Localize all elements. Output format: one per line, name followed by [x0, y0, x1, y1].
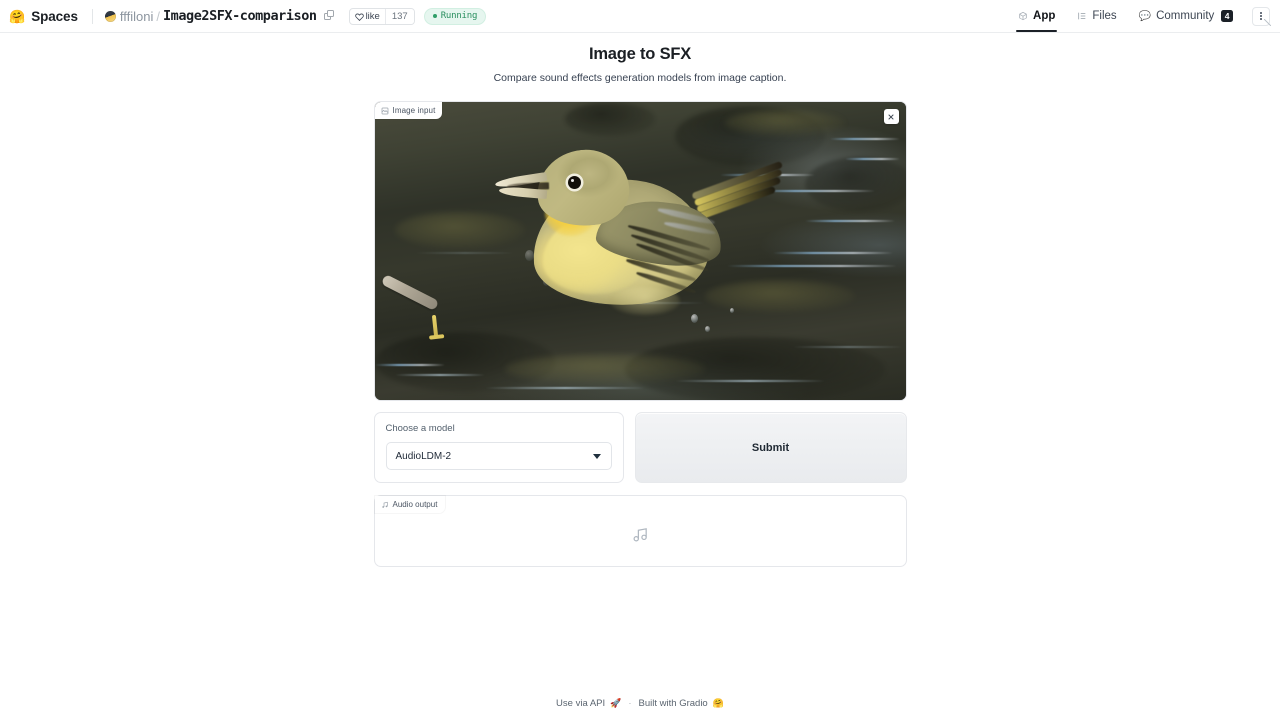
repository-name[interactable]: Image2SFX-comparison: [163, 8, 317, 24]
status-badge: Running: [423, 7, 487, 25]
like-button[interactable]: like: [350, 9, 385, 24]
chevron-down-icon: [592, 454, 601, 459]
music-note-icon: [381, 501, 389, 509]
files-icon: [1077, 11, 1087, 21]
app-container: Image input Choose a model AudioLDM-2 Su…: [373, 101, 907, 567]
owner-name[interactable]: fffiloni: [120, 9, 154, 24]
topbar-right-nav: App Files 💬 Community 4: [1007, 0, 1271, 32]
bird-underside: [609, 287, 680, 315]
owner-avatar[interactable]: [104, 10, 116, 22]
tab-files[interactable]: Files: [1066, 0, 1127, 32]
footer: Use via API 🚀 · Built with Gradio 🤗: [0, 698, 1280, 709]
cube-icon: [1018, 11, 1028, 21]
warbler-bird: [485, 132, 783, 337]
submit-button-label: Submit: [751, 441, 790, 454]
community-icon: 💬: [1138, 10, 1152, 22]
status-dot-icon: [432, 14, 437, 18]
topbar-left-group: 🤗 Spaces fffiloni / Image2SFX-comparison…: [9, 7, 1007, 25]
tab-app[interactable]: App: [1007, 0, 1066, 32]
copy-icon[interactable]: [323, 10, 336, 22]
audio-output-tag: Audio output: [374, 496, 446, 513]
top-navigation-bar: 🤗 Spaces fffiloni / Image2SFX-comparison…: [0, 0, 1280, 33]
hugging-face-icon: 🤗: [712, 698, 724, 708]
heart-icon: [354, 12, 364, 21]
tab-app-label: App: [1033, 10, 1056, 22]
bird-photo: [374, 102, 906, 400]
hugging-face-logo-icon[interactable]: 🤗: [9, 10, 25, 23]
image-input-tag-label: Image input: [392, 106, 436, 115]
audio-output-block[interactable]: Audio output: [373, 495, 907, 567]
model-label: Choose a model: [385, 423, 455, 434]
footer-separator: ·: [628, 698, 632, 709]
page-subtitle: Compare sound effects generation models …: [493, 72, 787, 84]
image-icon: [381, 107, 389, 115]
model-selected-value: AudioLDM-2: [395, 450, 452, 462]
tab-community-label: Community: [1156, 10, 1215, 22]
status-text: Running: [440, 11, 478, 21]
bird-eye: [567, 176, 581, 189]
image-input-tag: Image input: [374, 102, 443, 119]
page-title: Image to SFX: [588, 45, 692, 63]
spaces-product-label[interactable]: Spaces: [31, 9, 78, 24]
tab-community[interactable]: 💬 Community 4: [1128, 0, 1244, 32]
breadcrumb-separator: /: [156, 8, 160, 24]
image-input-block[interactable]: Image input: [373, 101, 907, 401]
like-label: like: [365, 10, 380, 22]
model-select[interactable]: AudioLDM-2: [385, 442, 612, 470]
community-badge-count: 4: [1221, 9, 1233, 23]
like-group: like 137: [348, 7, 415, 25]
topbar-divider: [91, 8, 93, 24]
like-count[interactable]: 137: [384, 8, 414, 24]
audio-placeholder-music-note-icon: [632, 526, 649, 543]
audio-output-tag-label: Audio output: [392, 500, 438, 509]
app-page: Image to SFX Compare sound effects gener…: [0, 33, 1280, 720]
close-icon[interactable]: [883, 109, 899, 124]
model-panel: Choose a model AudioLDM-2: [373, 412, 624, 483]
use-via-api-link[interactable]: Use via API: [556, 698, 605, 709]
built-with-gradio-link[interactable]: Built with Gradio: [639, 698, 708, 709]
kebab-menu-icon[interactable]: [1252, 6, 1271, 26]
controls-row: Choose a model AudioLDM-2 Submit: [373, 412, 907, 483]
rocket-icon: 🚀: [610, 698, 622, 708]
tab-files-label: Files: [1092, 10, 1117, 22]
submit-button[interactable]: Submit: [634, 412, 907, 483]
